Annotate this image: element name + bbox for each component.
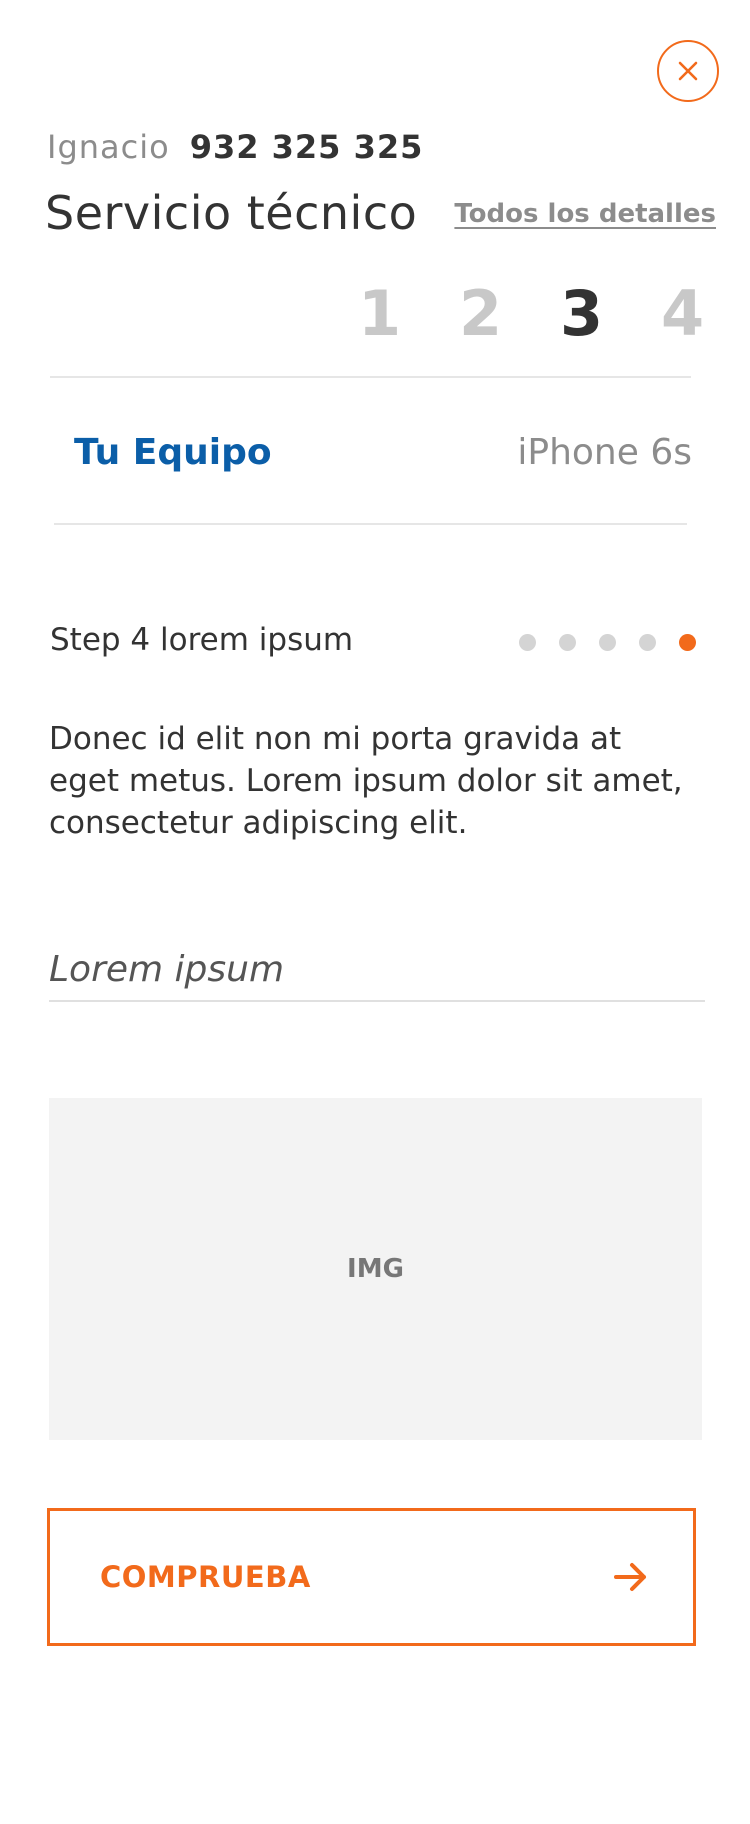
user-info: Ignacio 932 325 325 [47, 128, 423, 166]
details-link[interactable]: Todos los detalles [454, 199, 716, 229]
pagination-dot-1 [519, 634, 536, 651]
comprueba-button-label: COMPRUEBA [100, 1560, 311, 1594]
substep-title: Step 4 lorem ipsum [50, 622, 354, 658]
close-button[interactable] [657, 40, 719, 102]
pagination-dot-5-active [679, 634, 696, 651]
comprueba-button[interactable]: COMPRUEBA [47, 1508, 696, 1646]
close-icon [678, 61, 698, 81]
step-2: 2 [459, 277, 503, 350]
user-phone: 932 325 325 [189, 128, 424, 166]
pagination-dot-4 [639, 634, 656, 651]
step-1: 1 [358, 277, 402, 350]
image-placeholder-label: IMG [347, 1254, 404, 1284]
step-4: 4 [661, 277, 705, 350]
pagination-dots [519, 634, 696, 651]
page-title: Servicio técnico [45, 186, 418, 240]
divider-top [50, 376, 691, 378]
arrow-right-icon [614, 1563, 646, 1591]
step-indicator: 1 2 3 4 [358, 277, 750, 350]
divider-bottom [54, 523, 687, 525]
pagination-dot-3 [599, 634, 616, 651]
step-3-current: 3 [560, 277, 604, 350]
equipo-label: Tu Equipo [74, 432, 272, 473]
user-name: Ignacio [47, 128, 170, 166]
lorem-ipsum-input[interactable] [49, 938, 705, 1002]
pagination-dot-2 [559, 634, 576, 651]
image-placeholder: IMG [49, 1098, 702, 1440]
description-text: Donec id elit non mi porta gravida at eg… [49, 721, 683, 841]
equipo-value: iPhone 6s [517, 432, 692, 473]
